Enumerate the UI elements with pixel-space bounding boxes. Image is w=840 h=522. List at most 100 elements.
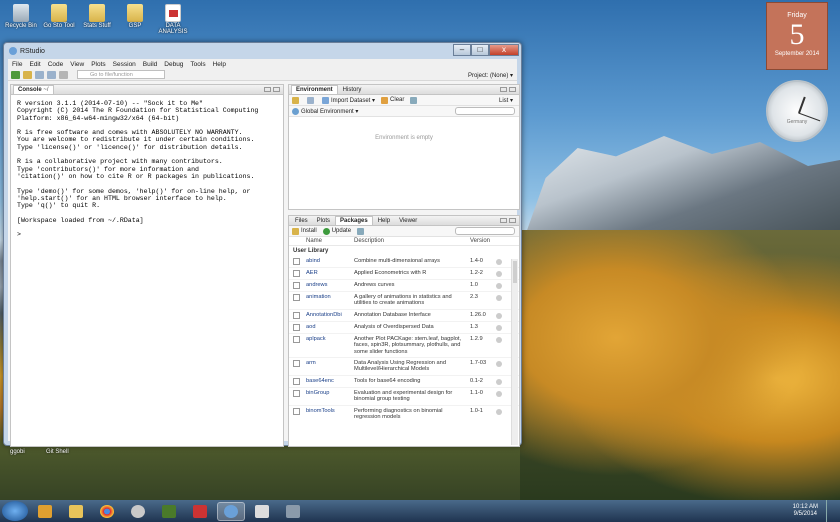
desktop-icon-go-sto-tool[interactable]: Go Sto Tool [42,4,76,29]
save-workspace-button[interactable] [307,96,316,104]
remove-package-icon[interactable] [496,295,502,301]
remove-package-icon[interactable] [496,312,502,319]
update-button[interactable]: Update [322,227,351,235]
pane-maximize-icon[interactable] [509,87,516,92]
environment-search-input[interactable] [455,107,515,115]
maximize-button[interactable]: □ [471,44,489,56]
menu-code[interactable]: Code [48,61,64,68]
taskbar-acrobat[interactable] [186,502,214,521]
tab-help[interactable]: Help [374,217,394,225]
remove-package-icon[interactable] [496,336,502,343]
project-menu[interactable]: Project: (None) ▾ [468,72,513,79]
package-checkbox[interactable] [293,282,300,289]
install-button[interactable]: Install [292,227,317,235]
column-description[interactable]: Description [354,238,470,244]
menu-build[interactable]: Build [143,61,157,68]
remove-package-icon[interactable] [496,283,502,289]
taskbar-app-9[interactable] [279,502,307,521]
package-checkbox[interactable] [293,258,300,265]
tab-history[interactable]: History [339,86,366,94]
taskbar-explorer[interactable] [62,502,90,521]
clear-button[interactable]: Clear [381,96,404,104]
menu-tools[interactable]: Tools [190,61,205,68]
remove-package-icon[interactable] [496,259,502,265]
menu-edit[interactable]: Edit [29,61,40,68]
remove-package-icon[interactable] [496,408,502,415]
clock-gadget[interactable]: Germany [766,80,828,142]
tab-viewer[interactable]: Viewer [395,217,421,225]
global-env-menu[interactable]: Global Environment ▾ [292,107,358,115]
taskbar-app-5[interactable] [155,502,183,521]
menu-session[interactable]: Session [113,61,136,68]
remove-package-icon[interactable] [496,361,502,368]
package-name-link[interactable]: base64enc [306,378,354,385]
tab-console[interactable]: Console ~/ [13,85,54,94]
start-button[interactable] [2,501,28,521]
taskbar-app-4[interactable] [124,502,152,521]
package-checkbox[interactable] [293,360,300,368]
taskbar-calculator[interactable] [248,502,276,521]
calendar-gadget[interactable]: Friday 5 September 2014 [766,2,828,70]
menu-plots[interactable]: Plots [91,61,105,68]
close-button[interactable]: x [489,44,519,56]
load-workspace-button[interactable] [292,96,301,104]
minimize-button[interactable]: – [453,44,471,56]
save-icon[interactable] [35,70,44,79]
menu-help[interactable]: Help [213,61,226,68]
goto-file-input[interactable]: Go to file/function [77,70,165,79]
package-checkbox[interactable] [293,323,300,331]
column-version[interactable]: Version [470,238,496,244]
taskbar-rstudio[interactable] [217,501,245,521]
menu-debug[interactable]: Debug [164,61,183,68]
package-name-link[interactable]: andrews [306,282,354,289]
taskbar-chrome[interactable] [93,502,121,521]
package-name-link[interactable]: abind [306,258,354,265]
new-file-icon[interactable] [11,70,20,79]
packages-scrollbar[interactable] [511,259,518,445]
package-name-link[interactable]: binomTools [306,408,354,421]
package-name-link[interactable]: AER [306,270,354,277]
import-dataset-button[interactable]: Import Dataset ▾ [322,96,375,104]
refresh-button[interactable] [357,227,366,235]
packages-search-input[interactable] [455,227,515,235]
pane-minimize-icon[interactable] [264,87,271,92]
pane-maximize-icon[interactable] [509,218,516,223]
menu-view[interactable]: View [70,61,84,68]
package-checkbox[interactable] [293,311,300,319]
print-icon[interactable] [59,70,68,79]
remove-package-icon[interactable] [496,271,502,277]
show-desktop-button[interactable] [826,500,840,522]
desktop-icon-git-shell[interactable]: Git Shell [46,449,69,455]
tab-environment[interactable]: Environment [291,85,338,94]
tab-plots[interactable]: Plots [313,217,334,225]
package-checkbox[interactable] [293,407,300,415]
tab-files[interactable]: Files [291,217,312,225]
desktop-icon-ggobi[interactable]: ggobi [10,449,25,455]
remove-package-icon[interactable] [496,324,502,331]
pane-minimize-icon[interactable] [500,218,507,223]
pane-maximize-icon[interactable] [273,87,280,92]
refresh-button[interactable] [410,96,419,104]
desktop-icon-data-analysis[interactable]: DATA ANALYSIS [156,4,190,35]
tab-packages[interactable]: Packages [335,216,373,225]
pane-minimize-icon[interactable] [500,87,507,92]
list-view-menu[interactable]: List ▾ [499,97,513,104]
package-checkbox[interactable] [293,270,300,277]
taskbar-outlook[interactable] [31,502,59,521]
console-output[interactable]: R version 3.1.1 (2014-07-10) -- "Sock it… [11,95,283,244]
system-clock[interactable]: 10:12 AM 9/5/2014 [793,504,818,518]
desktop-icon-stats-stuff[interactable]: Stats Stuff [80,4,114,29]
desktop-icon-recycle-bin[interactable]: Recycle Bin [4,4,38,29]
column-name[interactable]: Name [306,238,354,244]
scrollbar-thumb[interactable] [513,261,517,283]
package-name-link[interactable]: aplpack [306,336,354,355]
remove-package-icon[interactable] [496,390,502,397]
package-name-link[interactable]: animation [306,294,354,307]
menu-file[interactable]: File [12,61,22,68]
package-checkbox[interactable] [293,335,300,343]
package-checkbox[interactable] [293,294,300,301]
remove-package-icon[interactable] [496,378,502,385]
window-titlebar[interactable]: RStudio – □ x [4,43,521,59]
desktop-icon-gsp[interactable]: GSP [118,4,152,29]
save-all-icon[interactable] [47,70,56,79]
